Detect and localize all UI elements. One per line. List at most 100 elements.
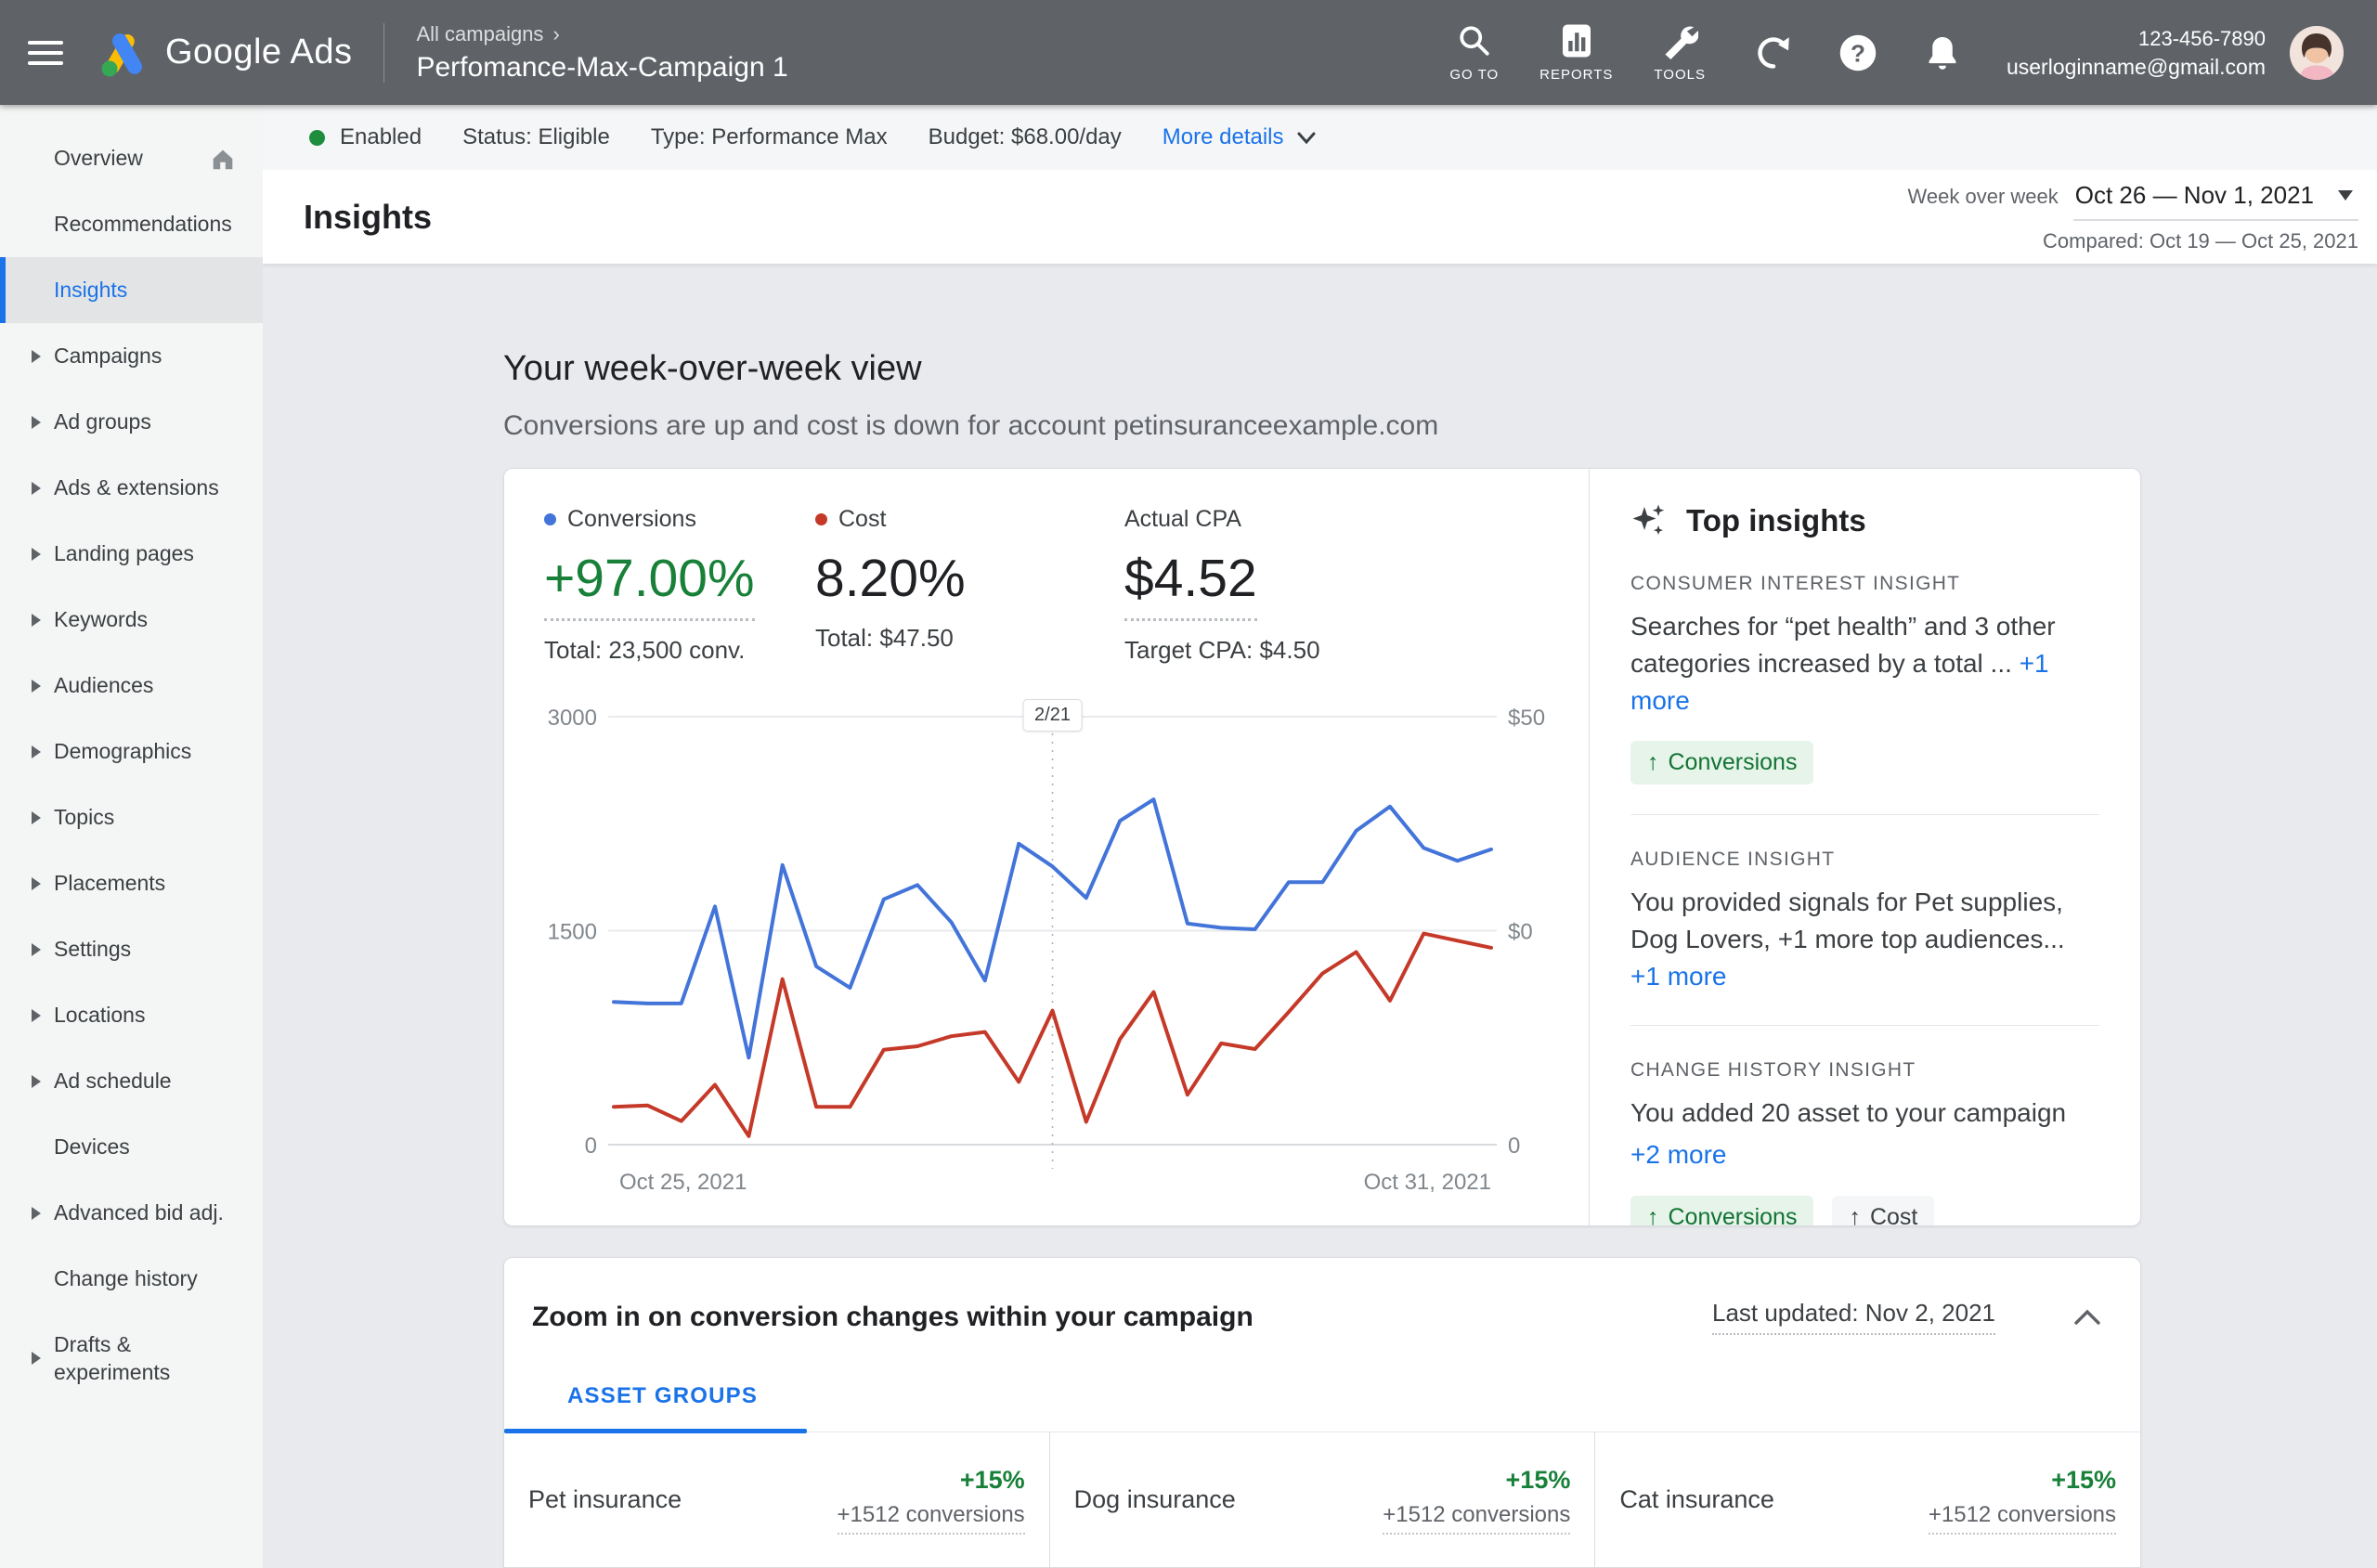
change-percent: +15% [1383, 1466, 1570, 1495]
enabled-status[interactable]: Enabled [309, 124, 422, 150]
date-range-selector[interactable]: Oct 26 — Nov 1, 2021 [2073, 181, 2358, 221]
week-over-week-heading: Your week-over-week view [503, 349, 2377, 389]
asset-group-pet-insurance[interactable]: Pet insurance +15% +1512 conversions [504, 1432, 1050, 1567]
breadcrumb-block: All campaigns › Perfomance-Max-Campaign … [416, 22, 787, 84]
period-label: Week over week [1908, 185, 2059, 209]
main-content: Your week-over-week view Conversions are… [263, 264, 2377, 1568]
change-percent: +15% [838, 1466, 1025, 1495]
metric-cost[interactable]: Cost 8.20% Total: $47.50 [815, 506, 1124, 665]
insight-text: Searches for “pet health” and 3 other ca… [1630, 612, 2056, 678]
sidebar-item-ad-schedule[interactable]: Ad schedule [0, 1048, 263, 1114]
dropdown-arrow-icon [2338, 190, 2353, 201]
account-email: userloginname@gmail.com [2007, 53, 2266, 81]
conversions-delta: +1512 conversions [1383, 1502, 1570, 1535]
header-icons: ? [1754, 32, 1962, 73]
insight-text: You added 20 asset to your campaign [1630, 1098, 2066, 1127]
help-icon[interactable]: ? [1838, 32, 1878, 73]
sidebar-item-audiences[interactable]: Audiences [0, 653, 263, 719]
sidebar-item-advanced-bid-adj[interactable]: Advanced bid adj. [0, 1180, 263, 1246]
more-details-button[interactable]: More details [1163, 124, 1316, 150]
conversions-legend-dot-icon [544, 513, 556, 525]
enabled-dot-icon [309, 130, 325, 146]
metrics-row: Conversions +97.00% Total: 23,500 conv. … [504, 469, 1589, 665]
sidebar-item-demographics[interactable]: Demographics [0, 719, 263, 784]
breadcrumb[interactable]: All campaigns › [416, 22, 787, 46]
collapse-button[interactable] [2073, 1309, 2101, 1326]
notifications-bell-icon[interactable] [1923, 33, 1962, 72]
chart-section: Conversions +97.00% Total: 23,500 conv. … [504, 469, 1589, 1225]
sidebar-item-campaigns[interactable]: Campaigns [0, 323, 263, 389]
caret-icon [32, 548, 41, 561]
change-percent: +15% [1929, 1466, 2116, 1495]
sidebar-item-locations[interactable]: Locations [0, 982, 263, 1048]
insight-consumer-interest: CONSUMER INTEREST INSIGHT Searches for “… [1630, 573, 2099, 784]
arrow-up-icon: ↑ [1647, 1204, 1659, 1225]
header-nav: GO TO REPORTS TOOLS [1449, 22, 1706, 83]
caret-icon [32, 680, 41, 693]
svg-text:0: 0 [585, 1134, 597, 1159]
conversions-chip[interactable]: ↑Conversions [1630, 741, 1813, 784]
sidebar-item-recommendations[interactable]: Recommendations [0, 191, 263, 257]
top-insights-panel: Top insights CONSUMER INTEREST INSIGHT S… [1589, 469, 2140, 1225]
chevron-down-icon [1297, 132, 1316, 144]
sidebar-item-ads-extensions[interactable]: Ads & extensions [0, 455, 263, 521]
sidebar-item-overview[interactable]: Overview [0, 125, 263, 191]
metric-conversions[interactable]: Conversions +97.00% Total: 23,500 conv. [544, 506, 815, 665]
go-to-button[interactable]: GO TO [1449, 22, 1499, 83]
sidebar-item-keywords[interactable]: Keywords [0, 587, 263, 653]
sidebar-item-landing-pages[interactable]: Landing pages [0, 521, 263, 587]
conversions-total: Total: 23,500 conv. [544, 636, 815, 665]
target-cpa: Target CPA: $4.50 [1124, 636, 1589, 665]
sidebar-item-change-history[interactable]: Change history [0, 1246, 263, 1312]
conversion-changes-card: Zoom in on conversion changes within you… [503, 1257, 2141, 1568]
google-ads-app: Google Ads All campaigns › Perfomance-Ma… [0, 0, 2377, 1568]
menu-icon[interactable] [28, 41, 63, 65]
cost-total: Total: $47.50 [815, 624, 1124, 653]
svg-text:$0: $0 [1508, 920, 1533, 945]
svg-text:3000: 3000 [548, 706, 597, 731]
week-over-week-card: Conversions +97.00% Total: 23,500 conv. … [503, 468, 2141, 1226]
tools-button[interactable]: TOOLS [1654, 22, 1706, 83]
sidebar-item-ad-groups[interactable]: Ad groups [0, 389, 263, 455]
insight-audience: AUDIENCE INSIGHT You provided signals fo… [1630, 849, 2099, 994]
product-name: Google Ads [165, 32, 352, 72]
cost-change-value: 8.20% [815, 548, 966, 609]
reports-button[interactable]: REPORTS [1539, 22, 1613, 83]
status-eligible: Status: Eligible [462, 124, 610, 150]
conversions-chip[interactable]: ↑Conversions [1630, 1196, 1813, 1225]
account-info[interactable]: 123-456-7890 userloginname@gmail.com [2007, 25, 2266, 81]
avatar[interactable] [2290, 26, 2344, 80]
sidebar-item-insights[interactable]: Insights [0, 257, 263, 323]
cost-chip[interactable]: ↑Cost [1832, 1196, 1934, 1225]
campaign-type: Type: Performance Max [651, 124, 888, 150]
sidebar-item-placements[interactable]: Placements [0, 850, 263, 916]
sidebar-item-drafts-experiments[interactable]: Drafts & experiments [0, 1312, 263, 1405]
asset-group-cat-insurance[interactable]: Cat insurance +15% +1512 conversions [1595, 1432, 2140, 1567]
last-updated[interactable]: Last updated: Nov 2, 2021 [1712, 1299, 1995, 1335]
caret-icon [32, 1352, 41, 1365]
metric-actual-cpa[interactable]: Actual CPA $4.52 Target CPA: $4.50 [1124, 506, 1589, 665]
more-link[interactable]: +2 more [1630, 1136, 2099, 1173]
google-ads-logo[interactable]: Google Ads [97, 27, 352, 79]
time-series-chart[interactable]: 3000$501500$000Oct 25, 2021Oct 31, 2021 … [504, 692, 1589, 1212]
chevron-up-icon [2073, 1309, 2101, 1326]
reports-icon [1558, 22, 1595, 59]
caret-icon [32, 811, 41, 824]
insight-text: You provided signals for Pet supplies, D… [1630, 888, 2065, 953]
refresh-icon[interactable] [1754, 33, 1793, 72]
tab-asset-groups[interactable]: ASSET GROUPS [567, 1383, 758, 1432]
caret-icon [32, 350, 41, 363]
sidebar-item-devices[interactable]: Devices [0, 1114, 263, 1180]
sidebar-item-topics[interactable]: Topics [0, 784, 263, 850]
account-phone: 123-456-7890 [2007, 25, 2266, 53]
chart-canvas: 3000$501500$000Oct 25, 2021Oct 31, 2021 [504, 692, 1589, 1212]
divider [1630, 1025, 2099, 1026]
arrow-up-icon: ↑ [1647, 749, 1659, 776]
actual-cpa-value: $4.52 [1124, 548, 1257, 621]
more-link[interactable]: +1 more [1630, 962, 1727, 991]
caret-icon [32, 416, 41, 429]
sidebar-item-settings[interactable]: Settings [0, 916, 263, 982]
asset-group-dog-insurance[interactable]: Dog insurance +15% +1512 conversions [1050, 1432, 1596, 1567]
conversion-changes-title: Zoom in on conversion changes within you… [532, 1302, 1253, 1333]
home-icon [209, 145, 237, 173]
